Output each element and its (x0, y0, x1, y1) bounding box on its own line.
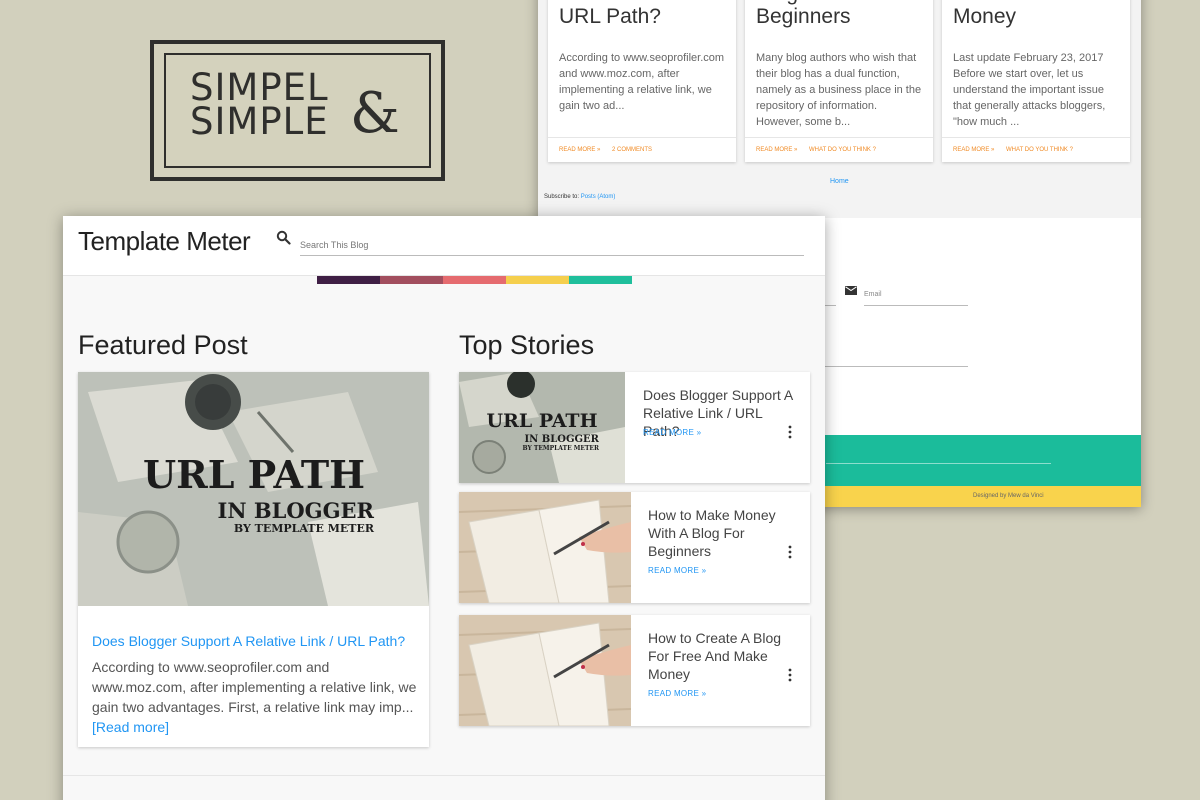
site-title[interactable]: Template Meter (78, 226, 251, 257)
search-input[interactable] (300, 234, 804, 256)
read-more-link[interactable]: [Read more] (92, 719, 169, 735)
top-story-card[interactable]: How to Create A Blog For Free And Make M… (459, 615, 810, 726)
back-post-title[interactable]: And Make Money (953, 0, 1122, 28)
top-stories-heading: Top Stories (459, 330, 595, 360)
thumb-title-line-1: URL PATH (486, 410, 597, 432)
front-preview-window: Template Meter Featured Post Top Stories (63, 216, 825, 800)
featured-post-excerpt: According to www.seoprofiler.com and www… (92, 657, 417, 737)
image-title-line-1: URL PATH (143, 452, 365, 497)
stripe-yellow (506, 276, 569, 284)
stripe-teal (569, 276, 632, 284)
back-posts-area: Relative Link / URL Path? According to w… (538, 0, 1141, 218)
comments-link[interactable]: WHAT DO YOU THINK ? (1006, 147, 1073, 153)
story-title[interactable]: How to Create A Blog For Free And Make M… (648, 629, 788, 683)
featured-post-heading: Featured Post (78, 330, 248, 360)
site-header: Template Meter (63, 216, 825, 276)
read-more-link[interactable]: READ MORE » (559, 147, 600, 153)
simpel-simple-logo: SIMPEL SIMPLE & (150, 40, 445, 181)
email-field[interactable]: Email (864, 291, 882, 298)
story-thumbnail[interactable] (459, 615, 631, 726)
logo-line-2: SIMPLE (190, 100, 329, 143)
story-thumbnail[interactable]: URL PATH IN BLOGGER BY TEMPLATE METER (459, 372, 625, 483)
color-stripes (317, 276, 632, 284)
divider (548, 137, 736, 138)
divider (942, 137, 1130, 138)
image-subtitle: BY TEMPLATE METER (234, 522, 375, 535)
back-post-card[interactable]: Relative Link / URL Path? According to w… (548, 0, 736, 162)
kebab-menu-icon[interactable] (787, 545, 793, 559)
stripe-mauve (380, 276, 443, 284)
logo-ampersand: & (350, 81, 400, 146)
back-post-links: READ MORE » WHAT DO YOU THINK ? (756, 147, 886, 153)
back-post-card[interactable]: And Make Money Last update February 23, … (942, 0, 1130, 162)
thumb-subtitle: BY TEMPLATE METER (523, 445, 600, 452)
story-thumbnail[interactable] (459, 492, 631, 603)
back-post-card[interactable]: Blog For Beginners Many blog authors who… (745, 0, 933, 162)
posts-atom-link[interactable]: Posts (Atom) (581, 194, 616, 200)
comments-link[interactable]: WHAT DO YOU THINK ? (809, 147, 876, 153)
stripe-coral (443, 276, 506, 284)
excerpt-text: According to www.seoprofiler.com and www… (92, 659, 417, 715)
kebab-menu-icon[interactable] (787, 425, 793, 439)
top-story-card[interactable]: How to Make Money With A Blog For Beginn… (459, 492, 810, 603)
featured-post-card[interactable]: URL PATH IN BLOGGER BY TEMPLATE METER Do… (78, 372, 429, 747)
divider (745, 137, 933, 138)
thumb-title-line-2: IN BLOGGER (524, 434, 599, 445)
back-post-excerpt: According to www.seoprofiler.com and www… (559, 52, 725, 112)
back-post-title[interactable]: Blog For Beginners (756, 0, 925, 28)
subscribe-line: Subscribe to: Posts (Atom) (544, 194, 615, 200)
back-post-excerpt: Many blog authors who wish that their bl… (756, 52, 922, 128)
read-more-link[interactable]: READ MORE » (648, 566, 706, 575)
back-post-links: READ MORE » 2 COMMENTS (559, 147, 662, 153)
url-path-illustration: URL PATH IN BLOGGER BY TEMPLATE METER (78, 372, 429, 606)
notebook-writing-thumbnail (459, 615, 631, 726)
email-icon (845, 286, 857, 295)
footer-divider (63, 775, 825, 776)
back-post-links: READ MORE » WHAT DO YOU THINK ? (953, 147, 1083, 153)
featured-post-image[interactable]: URL PATH IN BLOGGER BY TEMPLATE METER (78, 372, 429, 606)
subscribe-label: Subscribe to: (544, 194, 580, 200)
back-post-excerpt: Last update February 23, 2017 Before we … (953, 52, 1106, 128)
back-post-title[interactable]: Relative Link / URL Path? (559, 0, 728, 28)
field-underline (818, 366, 968, 367)
comments-link[interactable]: 2 COMMENTS (612, 147, 652, 153)
read-more-link[interactable]: READ MORE » (648, 689, 706, 698)
footer-divider (826, 463, 1051, 464)
read-more-link[interactable]: READ MORE » (953, 147, 994, 153)
read-more-link[interactable]: READ MORE » (643, 428, 701, 437)
kebab-menu-icon[interactable] (787, 668, 793, 682)
featured-post-title-link[interactable]: Does Blogger Support A Relative Link / U… (92, 633, 405, 649)
image-title-line-2: IN BLOGGER (218, 498, 375, 523)
field-underline (864, 305, 968, 306)
story-title[interactable]: How to Make Money With A Blog For Beginn… (648, 506, 788, 560)
stripe-dark-purple (317, 276, 380, 284)
logo-text: SIMPEL SIMPLE (190, 69, 329, 143)
designer-credit: Designed by Mew da Vinci (973, 493, 1044, 499)
url-path-thumbnail: URL PATH IN BLOGGER BY TEMPLATE METER (459, 372, 625, 483)
read-more-link[interactable]: READ MORE » (756, 147, 797, 153)
notebook-writing-thumbnail (459, 492, 631, 603)
top-story-card[interactable]: URL PATH IN BLOGGER BY TEMPLATE METER Do… (459, 372, 810, 483)
search-icon[interactable] (276, 230, 291, 245)
home-link[interactable]: Home (830, 178, 849, 185)
